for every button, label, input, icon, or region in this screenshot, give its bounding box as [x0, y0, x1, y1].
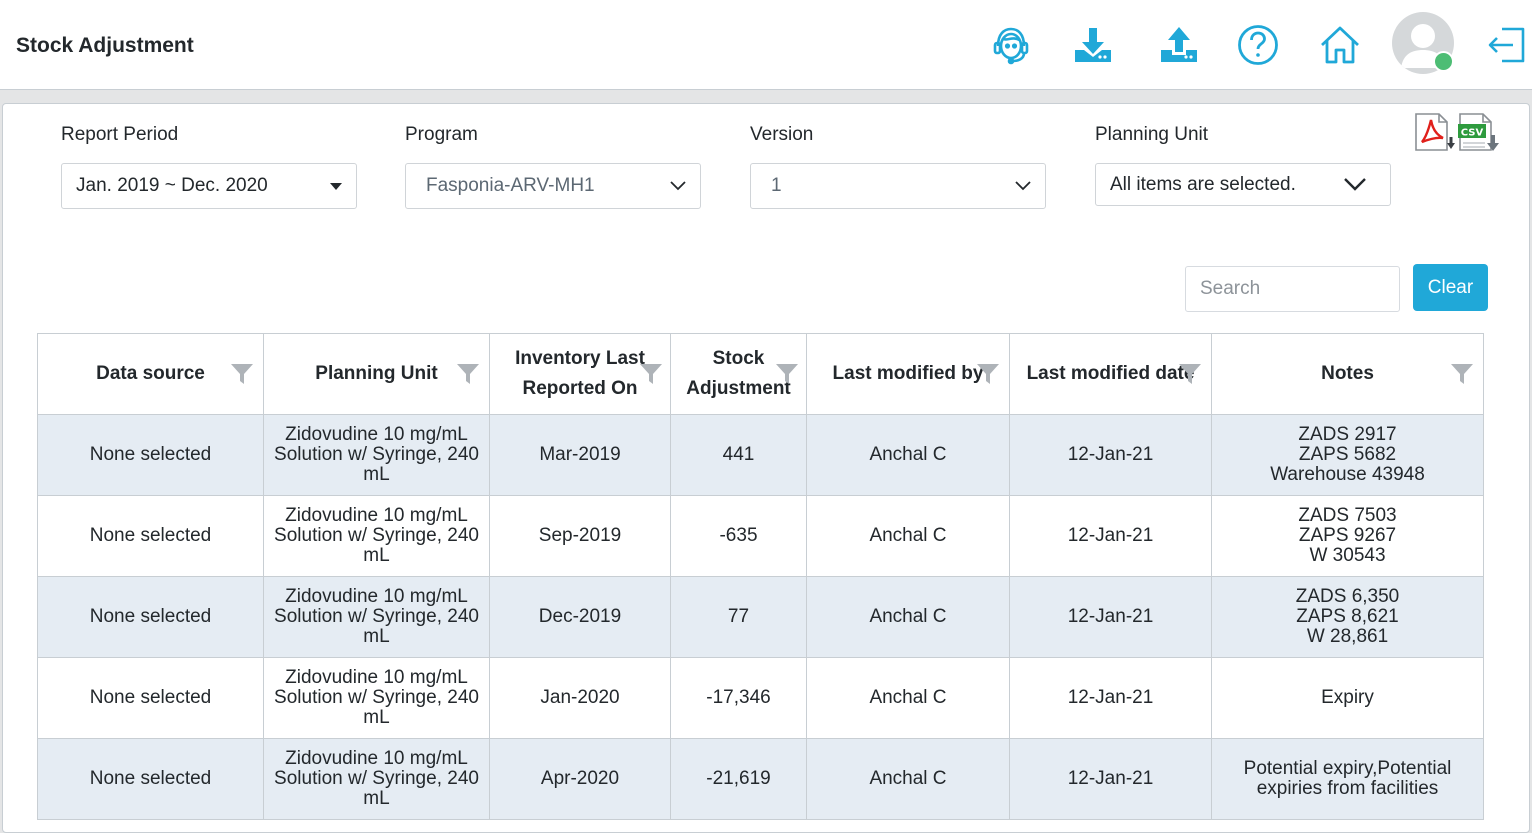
filter-icon[interactable]: [1451, 364, 1473, 384]
column-header-label: Planning Unit: [315, 363, 438, 384]
filter-icon[interactable]: [457, 364, 479, 384]
column-header-inventory-last-reported[interactable]: Inventory Last Reported On: [489, 333, 671, 415]
table-row[interactable]: None selected Zidovudine 10 mg/mL Solutio…: [37, 414, 1484, 496]
table-header-row: Data source Planning Unit Inventory Last…: [37, 333, 1484, 415]
notes-cell[interactable]: ZADS 6,350 ZAPS 8,621 W 28,861: [1211, 576, 1484, 658]
table-row[interactable]: None selected Zidovudine 10 mg/mL Solutio…: [37, 495, 1484, 577]
program-select[interactable]: Fasponia-ARV-MH1: [405, 163, 701, 209]
page-title: Stock Adjustment: [16, 34, 194, 57]
pdf-icon[interactable]: [1413, 112, 1457, 154]
filter-icon[interactable]: [776, 364, 798, 384]
last-modified-by-cell[interactable]: Anchal C: [806, 657, 1010, 739]
data-source-cell[interactable]: None selected: [37, 738, 264, 820]
caret-down-icon: [330, 183, 342, 190]
planning-unit-cell[interactable]: Zidovudine 10 mg/mL Solution w/ Syringe,…: [263, 576, 490, 658]
online-status-indicator: [1433, 51, 1454, 72]
last-modified-by-cell[interactable]: Anchal C: [806, 576, 1010, 658]
column-header-label: Inventory Last Reported On: [515, 348, 645, 399]
notes-cell[interactable]: Potential expiry,Potential expiries from…: [1211, 738, 1484, 820]
table-row[interactable]: None selected Zidovudine 10 mg/mL Solutio…: [37, 576, 1484, 658]
support-icon[interactable]: [988, 22, 1034, 68]
column-header-last-modified-date[interactable]: Last modified date: [1009, 333, 1212, 415]
inventory-last-reported-cell[interactable]: Mar-2019: [489, 414, 671, 496]
column-header-stock-adjustment[interactable]: Stock Adjustment: [670, 333, 807, 415]
table-body: None selected Zidovudine 10 mg/mL Solutio…: [37, 414, 1484, 820]
report-period-label: Report Period: [61, 124, 179, 145]
inventory-last-reported-cell[interactable]: Dec-2019: [489, 576, 671, 658]
column-header-label: Notes: [1321, 363, 1374, 384]
table-row[interactable]: None selected Zidovudine 10 mg/mL Solutio…: [37, 738, 1484, 820]
stock-adjustment-table: Data source Planning Unit Inventory Last…: [37, 333, 1484, 820]
program-value: Fasponia-ARV-MH1: [426, 175, 595, 196]
last-modified-by-cell[interactable]: Anchal C: [806, 495, 1010, 577]
inventory-last-reported-cell[interactable]: Apr-2020: [489, 738, 671, 820]
planning-unit-cell[interactable]: Zidovudine 10 mg/mL Solution w/ Syringe,…: [263, 495, 490, 577]
logout-icon[interactable]: [1483, 22, 1529, 68]
filter-icon[interactable]: [1179, 364, 1201, 384]
stock-adjustment-cell[interactable]: 441: [670, 414, 807, 496]
stock-adjustment-cell[interactable]: -17,346: [670, 657, 807, 739]
filter-icon[interactable]: [231, 364, 253, 384]
version-value: 1: [771, 175, 782, 196]
column-header-label: Last modified by: [832, 363, 984, 384]
upload-icon[interactable]: [1156, 22, 1202, 68]
data-source-cell[interactable]: None selected: [37, 495, 264, 577]
chevron-down-icon: [1015, 181, 1031, 191]
help-icon[interactable]: [1235, 22, 1281, 68]
notes-cell[interactable]: ZADS 7503 ZAPS 9267 W 30543: [1211, 495, 1484, 577]
last-modified-by-cell[interactable]: Anchal C: [806, 738, 1010, 820]
column-header-last-modified-by[interactable]: Last modified by: [806, 333, 1010, 415]
download-icon[interactable]: [1070, 22, 1116, 68]
last-modified-date-cell[interactable]: 12-Jan-21: [1009, 414, 1212, 496]
planning-unit-cell[interactable]: Zidovudine 10 mg/mL Solution w/ Syringe,…: [263, 414, 490, 496]
column-header-data-source[interactable]: Data source: [37, 333, 264, 415]
table-row[interactable]: None selected Zidovudine 10 mg/mL Solutio…: [37, 657, 1484, 739]
home-icon[interactable]: [1317, 22, 1363, 68]
last-modified-date-cell[interactable]: 12-Jan-21: [1009, 495, 1212, 577]
top-header: Stock Adjustment: [0, 0, 1532, 90]
planning-unit-cell[interactable]: Zidovudine 10 mg/mL Solution w/ Syringe,…: [263, 738, 490, 820]
last-modified-date-cell[interactable]: 12-Jan-21: [1009, 657, 1212, 739]
chevron-down-icon: [1344, 178, 1366, 191]
column-header-notes[interactable]: Notes: [1211, 333, 1484, 415]
last-modified-by-cell[interactable]: Anchal C: [806, 414, 1010, 496]
svg-text:CSV: CSV: [1461, 128, 1484, 139]
filter-icon[interactable]: [977, 364, 999, 384]
notes-cell[interactable]: Expiry: [1211, 657, 1484, 739]
stock-adjustment-cell[interactable]: -21,619: [670, 738, 807, 820]
last-modified-date-cell[interactable]: 12-Jan-21: [1009, 576, 1212, 658]
version-label: Version: [750, 124, 814, 145]
data-source-cell[interactable]: None selected: [37, 576, 264, 658]
data-source-cell[interactable]: None selected: [37, 414, 264, 496]
column-header-planning-unit[interactable]: Planning Unit: [263, 333, 490, 415]
stock-adjustment-cell[interactable]: 77: [670, 576, 807, 658]
inventory-last-reported-cell[interactable]: Sep-2019: [489, 495, 671, 577]
version-select[interactable]: 1: [750, 163, 1046, 209]
inventory-last-reported-cell[interactable]: Jan-2020: [489, 657, 671, 739]
data-source-cell[interactable]: None selected: [37, 657, 264, 739]
planning-unit-label: Planning Unit: [1095, 124, 1209, 145]
stock-adjustment-cell[interactable]: -635: [670, 495, 807, 577]
planning-unit-cell[interactable]: Zidovudine 10 mg/mL Solution w/ Syringe,…: [263, 657, 490, 739]
chevron-down-icon: [670, 181, 686, 191]
planning-unit-multiselect[interactable]: All items are selected.: [1095, 163, 1391, 206]
column-header-label: Last modified date: [1026, 363, 1195, 384]
csv-icon[interactable]: CSV: [1457, 112, 1501, 154]
program-label: Program: [405, 124, 478, 145]
last-modified-date-cell[interactable]: 12-Jan-21: [1009, 738, 1212, 820]
report-period-picker[interactable]: Jan. 2019 ~ Dec. 2020: [61, 163, 357, 209]
filter-icon[interactable]: [640, 364, 662, 384]
report-period-value: Jan. 2019 ~ Dec. 2020: [76, 175, 268, 196]
notes-cell[interactable]: ZADS 2917 ZAPS 5682 Warehouse 43948: [1211, 414, 1484, 496]
column-header-label: Data source: [96, 363, 205, 384]
search-input[interactable]: [1185, 266, 1400, 312]
clear-button[interactable]: Clear: [1413, 264, 1488, 311]
